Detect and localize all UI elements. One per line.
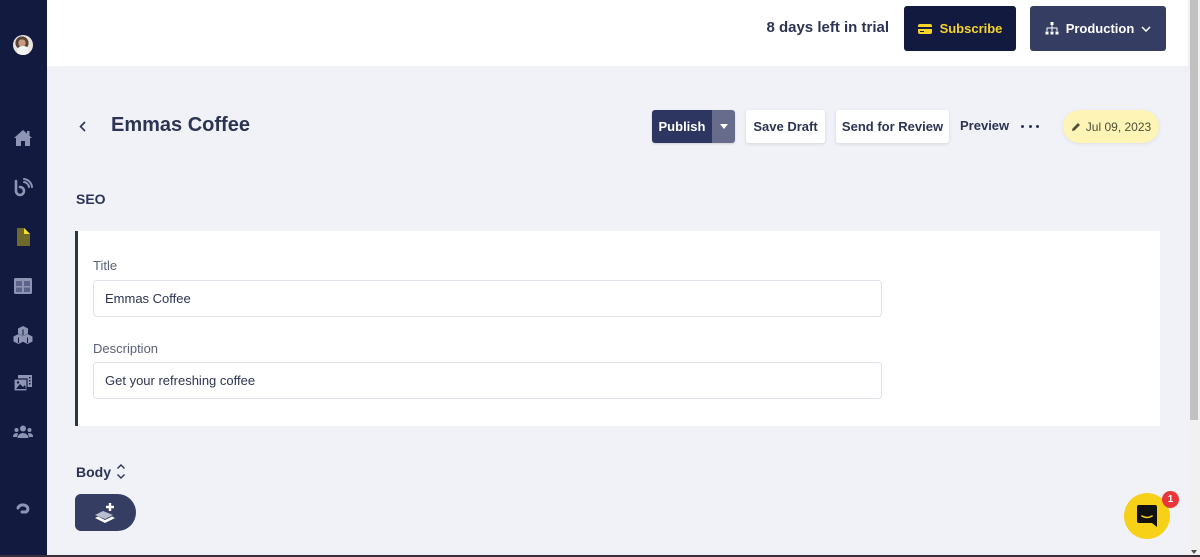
home-icon [14,130,32,146]
chevron-left-icon [78,120,86,132]
user-avatar[interactable] [13,35,33,55]
grid-icon [14,278,32,294]
dot [1036,124,1039,128]
feed-icon [14,178,33,197]
trial-status: 8 days left in trial [766,19,889,36]
sidebar [0,0,47,557]
publish-split-button: Publish [652,110,735,143]
date-text: Jul 09, 2023 [1085,119,1152,134]
credit-card-icon [917,23,932,34]
publish-button[interactable]: Publish [652,110,712,143]
top-bar: 8 days left in trial Subscribe Productio… [47,0,1188,66]
back-button[interactable] [76,118,88,134]
document-icon [17,228,30,246]
cubes-icon [13,326,33,344]
environment-label: Production [1065,21,1135,36]
send-for-review-button[interactable]: Send for Review [836,110,949,143]
seo-section-label: SEO [76,191,106,207]
unread-count-badge: 1 [1162,491,1179,508]
chevron-down-icon [1141,25,1151,32]
add-block-button[interactable] [75,494,136,531]
add-layer-icon [94,502,115,523]
subscribe-label: Subscribe [939,21,1003,36]
title-input[interactable] [93,280,882,317]
description-label: Description [93,341,159,356]
sidebar-item-media[interactable] [13,373,33,393]
sidebar-item-pages[interactable] [13,227,33,247]
dot [1021,124,1024,128]
body-section-label: Body [76,463,111,480]
expand-collapse-toggle[interactable] [116,463,126,480]
date-badge[interactable]: Jul 09, 2023 [1063,110,1159,143]
more-options-button[interactable] [1021,118,1039,134]
media-icon [13,375,32,392]
sidebar-item-tables[interactable] [13,276,33,296]
chat-icon [1137,505,1157,527]
sidebar-item-team[interactable] [13,422,33,442]
pencil-icon [1071,122,1080,131]
sidebar-item-help[interactable] [13,500,33,520]
preview-button[interactable]: Preview [960,118,1009,133]
sitemap-icon [1045,22,1059,35]
subscribe-button[interactable]: Subscribe [904,6,1016,51]
title-label: Title [93,258,118,273]
sidebar-item-components[interactable] [13,325,33,345]
environment-selector[interactable]: Production [1030,6,1166,51]
scrollbar-thumb[interactable] [1190,0,1198,420]
help-icon [16,503,30,514]
publish-options-toggle[interactable] [712,110,735,143]
description-input[interactable] [93,362,882,399]
seo-card: Title Description [75,231,1160,426]
caret-down-icon [719,124,728,129]
chevron-up-down-icon [117,464,125,479]
save-draft-button[interactable]: Save Draft [746,110,825,143]
body-section-header: Body [76,463,126,480]
sidebar-item-home[interactable] [13,128,33,148]
sidebar-item-blog[interactable] [13,178,33,198]
page-scrollbar[interactable] [1188,0,1200,557]
page-title: Emmas Coffee [111,114,250,136]
dot [1028,124,1032,128]
scroll-down-arrow-icon[interactable] [1191,550,1197,554]
users-icon [13,425,33,438]
